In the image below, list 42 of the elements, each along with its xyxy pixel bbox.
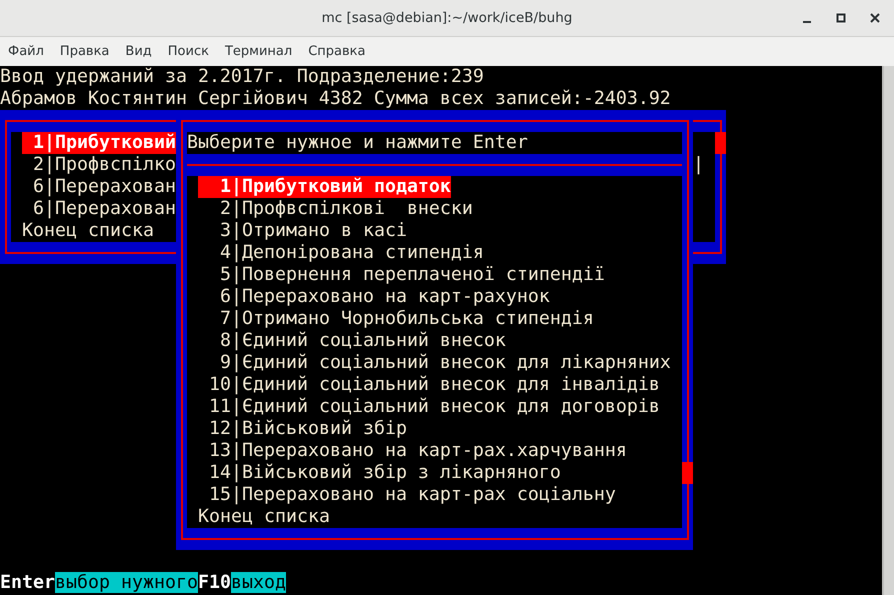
minimize-icon [803,21,811,23]
list-item[interactable]: 12|Військовий збір [198,418,407,440]
list-item[interactable]: 2|Профвспілкові внески [198,198,473,220]
list-item[interactable]: 4|Депонірована стипендія [198,242,484,264]
list-item[interactable]: 6|Перерахован [22,198,176,220]
maximize-icon [836,13,846,23]
list-item[interactable]: 8|Єдиний соціальний внесок [198,330,506,352]
list-end-text: Конец списка [22,220,154,241]
list-item[interactable]: 6|Перераховано на карт-рахунок [198,286,550,308]
list-item[interactable]: 14|Військовий збір з лікарняного [198,462,561,484]
menu-item[interactable]: Вид [117,42,160,62]
window-title: mc [sasa@debian]:~/work/iceB/buhg [322,8,572,28]
list-item[interactable]: 15|Перераховано на карт-рах соціальну [198,484,616,506]
list-item[interactable]: 13|Перераховано на карт-рах.харчування [198,440,627,462]
list-item[interactable]: 10|Єдиний соціальний внесок для інвалідів [198,374,660,396]
list-item[interactable]: 5|Повернення переплаченої стипендії [198,264,605,286]
header-line: Ввод удержаний за 2.2017г. Подразделение:239 [0,66,484,87]
list-item[interactable]: 9|Єдиний соціальний внесок для лікарняних [198,352,671,374]
close-icon [870,13,880,23]
scroll-thumb[interactable] [715,132,726,154]
list-item[interactable]: 3|Отримано в касі [198,220,407,242]
menu-item[interactable]: Поиск [160,42,217,62]
menu-item[interactable]: Терминал [216,42,300,62]
key-label: Enter [0,572,55,593]
key-action: выбор нужного [54,572,198,593]
list-item[interactable]: 1|Прибутковий податок [198,176,451,198]
header-line: Абрамов Костянтин Сергійович 4382 Сумма всех записей:-2403.92 [0,88,671,109]
list-item[interactable]: 1|Прибутковий [22,132,176,154]
scroll-thumb[interactable] [682,462,693,484]
key-label: F10 [198,572,231,593]
key-action: выход [230,572,286,593]
dialog-prompt: Выберите нужное и нажмите Enter [187,132,528,153]
menu-item[interactable]: Файл [0,42,52,62]
list-end-text: Конец списка [198,506,330,527]
menu-item[interactable]: Правка [52,42,118,62]
list-item[interactable]: 11|Єдиний соціальний внесок для договорів [198,396,660,418]
menu-item[interactable]: Справка [300,42,374,62]
list-item[interactable]: 2|Профвспілко [22,154,176,176]
list-item[interactable]: 6|Перерахован [22,176,176,198]
column-mark: | [693,154,704,176]
list-item[interactable]: 7|Отримано Чорнобильська стипендія [198,308,594,330]
scrollbar[interactable] [882,66,894,595]
